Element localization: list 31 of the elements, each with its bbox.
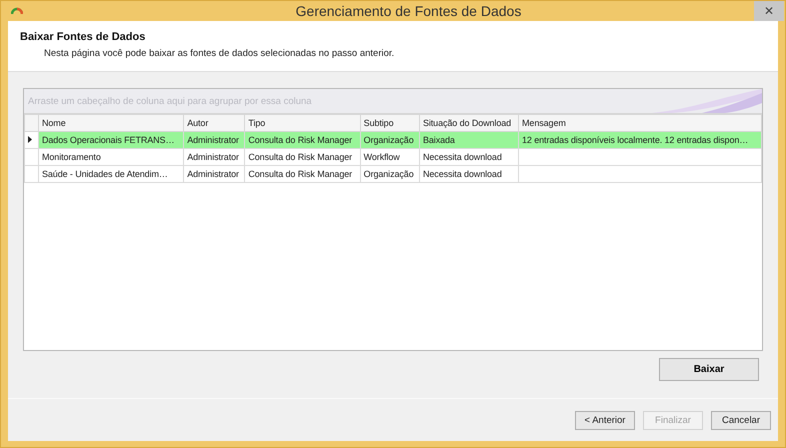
table-cell: 12 entradas disponíveis localmente. 12 entradas dispon… (518, 132, 762, 148)
wizard-button[interactable]: < Anterior (575, 410, 635, 430)
column-header[interactable]: Nome (38, 114, 184, 132)
page-description: Nesta página você pode baixar as fontes de dados selecionadas no passo anterior. (44, 48, 396, 59)
window-title: Gerenciamento de Fontes de Dados (294, 3, 522, 19)
table-cell: Monitoramento (38, 148, 184, 166)
wizard-button[interactable]: Cancelar (711, 410, 771, 430)
column-header[interactable]: Tipo (244, 114, 360, 132)
row-indicator-icon (28, 136, 32, 143)
table-cell: Dados Operacionais FETRANS… (38, 132, 184, 148)
table-cell: Workflow (360, 148, 420, 166)
column-header[interactable]: Autor (184, 114, 245, 132)
table-cell: Administrator (184, 132, 245, 148)
column-header[interactable]: Situação do Download (419, 114, 519, 132)
table-cell: Administrator (184, 166, 245, 182)
column-header[interactable]: Subtipo (360, 114, 420, 132)
table-cell: Necessita download (419, 166, 519, 182)
table-cell: Baixada (419, 132, 519, 148)
app-icon (11, 7, 23, 15)
page-title: Baixar Fontes de Dados (20, 31, 146, 43)
table-cell: Administrator (184, 148, 245, 166)
table-cell: Consulta do Risk Manager (244, 132, 360, 148)
column-header[interactable]: Mensagem (518, 114, 762, 132)
download-button[interactable]: Baixar (659, 358, 759, 381)
table-cell: Saúde - Unidades de Atendim… (38, 166, 184, 182)
close-button[interactable]: ✕ (754, 1, 784, 21)
table-cell: Consulta do Risk Manager (244, 148, 360, 166)
table-cell: Necessita download (419, 148, 519, 166)
table-cell: Organização (360, 132, 420, 148)
table-cell: Consulta do Risk Manager (244, 166, 360, 182)
table-cell: Organização (360, 166, 420, 182)
